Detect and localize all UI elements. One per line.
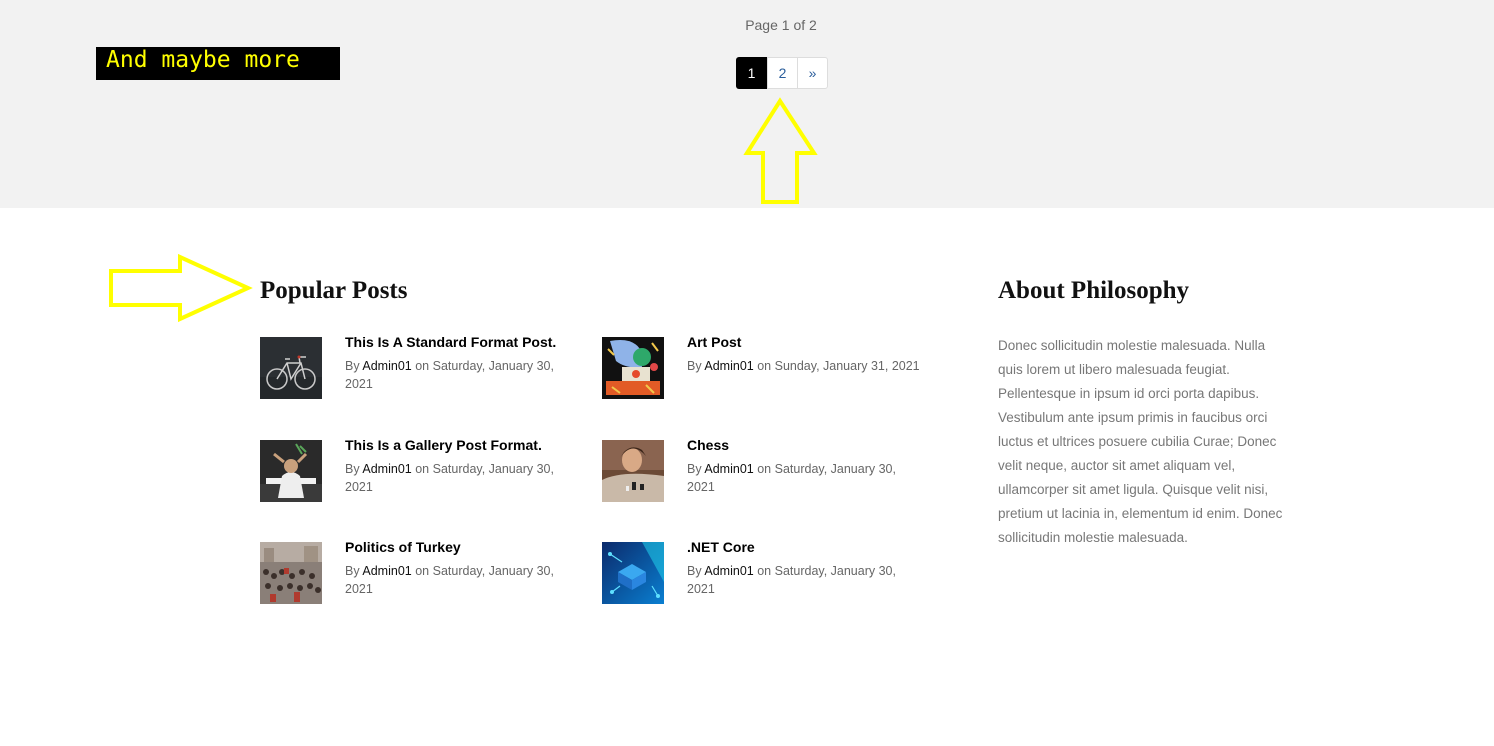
- post-title[interactable]: This Is A Standard Format Post.: [345, 334, 556, 350]
- popular-post-item[interactable]: Politics of Turkey By Admin01 on Saturda…: [260, 539, 590, 604]
- post-meta: By Admin01 on Saturday, January 30, 2021: [687, 462, 896, 494]
- tech-blue-image[interactable]: [602, 542, 664, 604]
- popular-posts-heading: Popular Posts: [260, 277, 408, 304]
- post-title[interactable]: This Is a Gallery Post Format.: [345, 437, 542, 453]
- post-date: Sunday, January 31, 2021: [774, 359, 920, 373]
- crowd-image[interactable]: [260, 542, 322, 604]
- bicycle-image[interactable]: [260, 337, 322, 399]
- author-link[interactable]: Admin01: [704, 564, 753, 578]
- popular-post-item[interactable]: This Is a Gallery Post Format. By Admin0…: [260, 437, 590, 502]
- post-title[interactable]: Politics of Turkey: [345, 539, 461, 555]
- pagination: 1 2 »: [736, 57, 828, 89]
- post-meta: By Admin01 on Sunday, January 31, 2021: [687, 359, 920, 373]
- next-page-button[interactable]: »: [797, 58, 827, 88]
- popular-post-item[interactable]: .NET Core By Admin01 on Saturday, Januar…: [602, 539, 932, 604]
- post-title[interactable]: Chess: [687, 437, 729, 453]
- popular-post-item[interactable]: Chess By Admin01 on Saturday, January 30…: [602, 437, 932, 502]
- author-link[interactable]: Admin01: [704, 359, 753, 373]
- post-title[interactable]: Art Post: [687, 334, 741, 350]
- popular-post-item[interactable]: This Is A Standard Format Post. By Admin…: [260, 334, 590, 399]
- page-1-button[interactable]: 1: [736, 57, 767, 89]
- post-meta: By Admin01 on Saturday, January 30, 2021: [345, 564, 554, 596]
- post-meta: By Admin01 on Saturday, January 30, 2021: [345, 462, 554, 494]
- page-2-button[interactable]: 2: [767, 58, 797, 88]
- right-arrow-annotation-icon: [109, 253, 253, 323]
- author-link[interactable]: Admin01: [362, 462, 411, 476]
- chess-image[interactable]: [602, 440, 664, 502]
- colorful-art-image[interactable]: [602, 337, 664, 399]
- page-indicator: Page 1 of 2: [745, 17, 817, 33]
- author-link[interactable]: Admin01: [362, 359, 411, 373]
- post-title[interactable]: .NET Core: [687, 539, 755, 555]
- author-link[interactable]: Admin01: [704, 462, 753, 476]
- person-desk-image[interactable]: [260, 440, 322, 502]
- about-text: Donec sollicitudin molestie malesuada. N…: [998, 338, 1283, 545]
- post-meta: By Admin01 on Saturday, January 30, 2021: [345, 359, 554, 391]
- popular-post-item[interactable]: Art Post By Admin01 on Sunday, January 3…: [602, 334, 932, 399]
- post-meta: By Admin01 on Saturday, January 30, 2021: [687, 564, 896, 596]
- author-link[interactable]: Admin01: [362, 564, 411, 578]
- about-heading: About Philosophy: [998, 277, 1190, 304]
- annotation-caption: And maybe more: [96, 47, 340, 80]
- up-arrow-annotation-icon: [743, 97, 818, 204]
